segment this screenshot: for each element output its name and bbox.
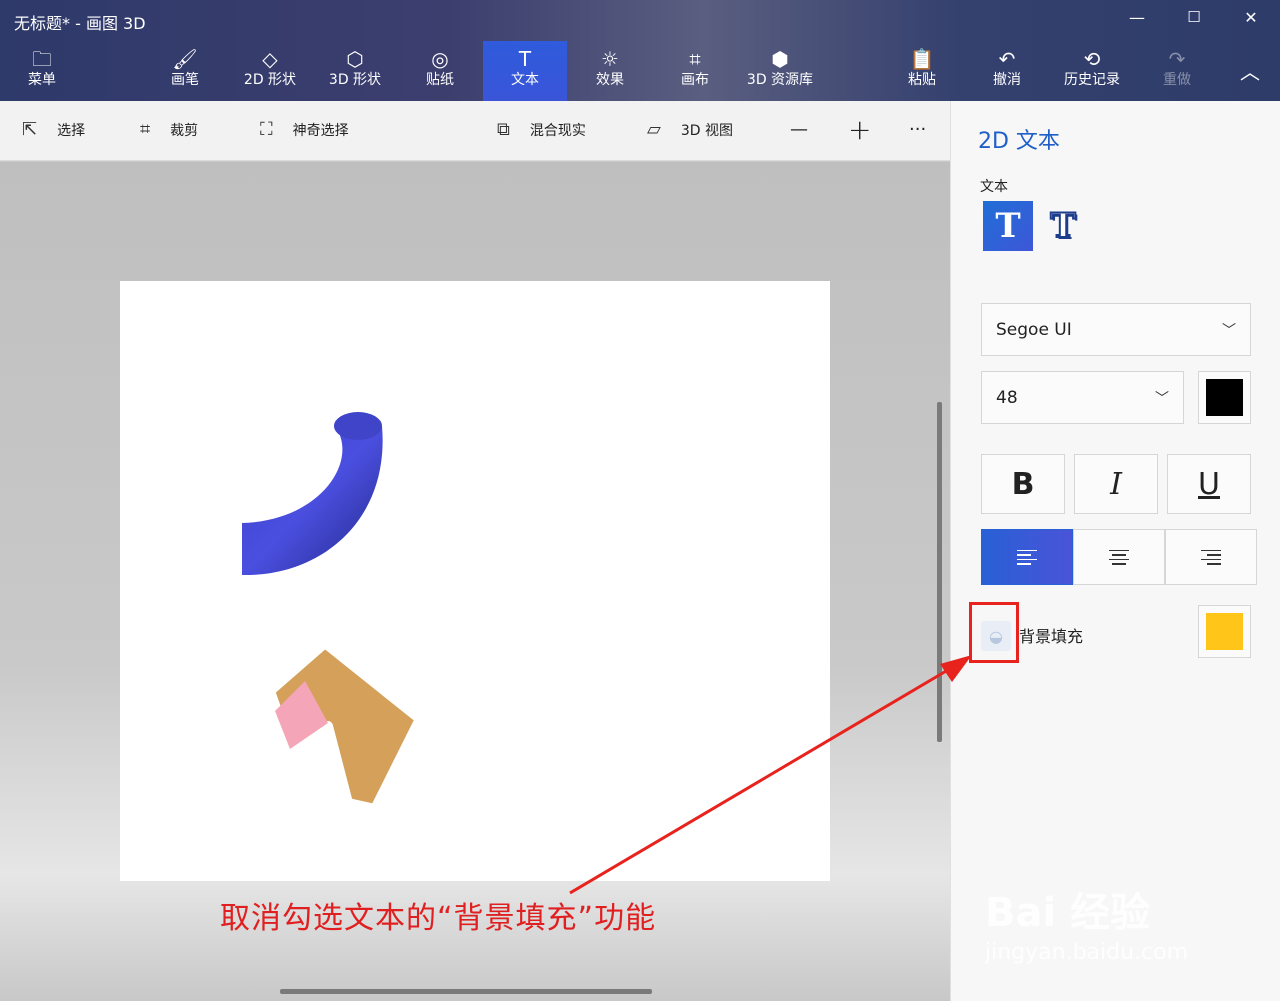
- watermark-logo: Bai 经验: [985, 890, 1151, 936]
- watermark-url: jingyan.baidu.com: [985, 940, 1189, 965]
- annotation-text: 取消勾选文本的“背景填充”功能: [220, 901, 657, 936]
- annotation-arrow: [569, 655, 972, 895]
